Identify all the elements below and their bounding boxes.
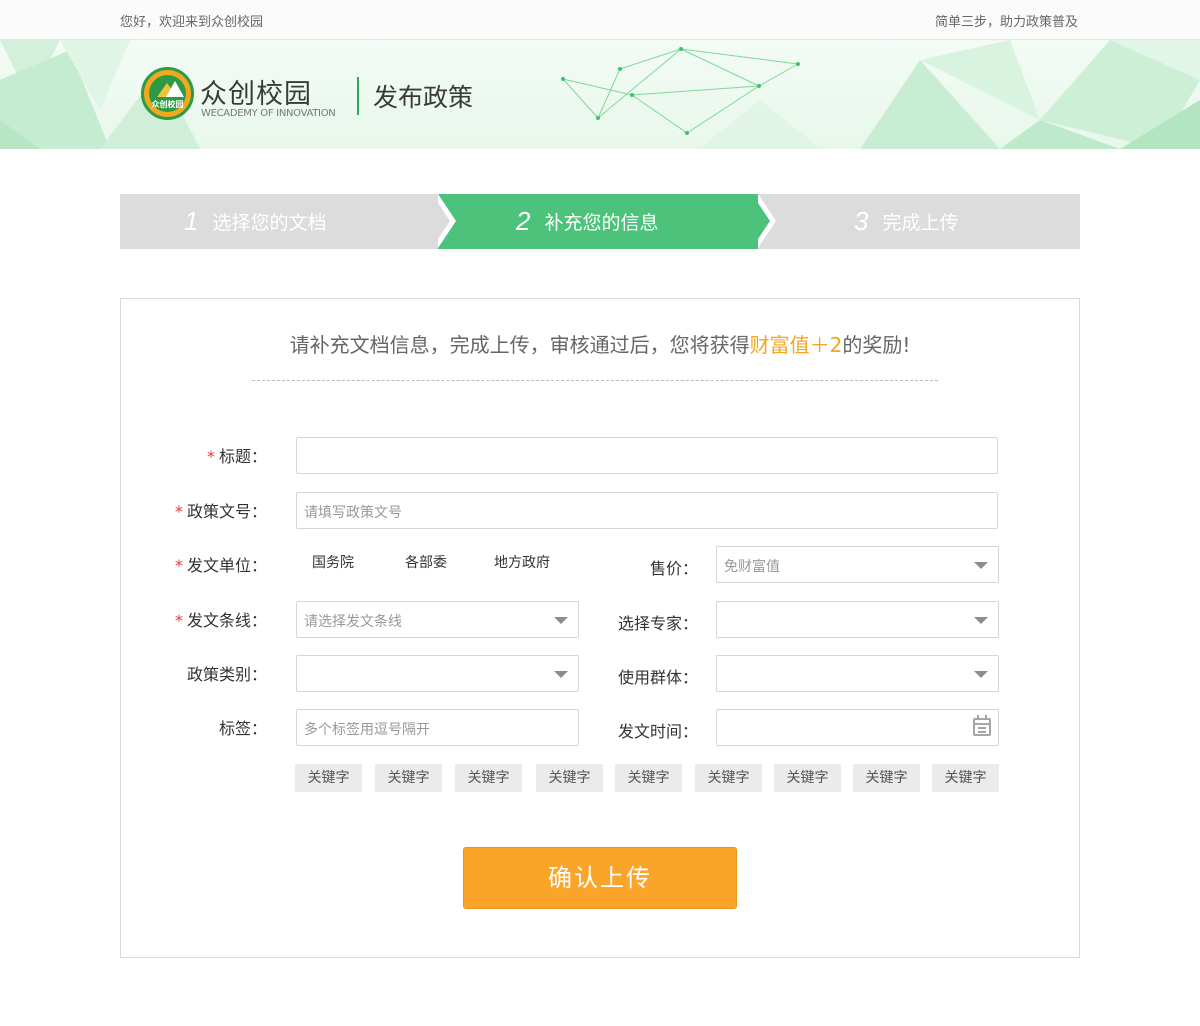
keyword-chip[interactable]: 关键字 — [615, 764, 682, 792]
issuer-option-local-gov[interactable]: 地方政府 — [494, 552, 550, 572]
issue-line-placeholder: 请选择发文条线 — [304, 614, 402, 630]
title-input[interactable] — [296, 437, 998, 474]
keyword-chip[interactable]: 关键字 — [536, 764, 603, 792]
logo-mountain-icon — [166, 81, 184, 97]
required-mark: * — [206, 447, 215, 466]
required-mark: * — [174, 502, 183, 521]
chevron-down-icon — [554, 671, 568, 678]
intro-divider — [252, 380, 938, 381]
header-banner: 众创校园 众创校园 WECADEMY OF INNOVATION 发布政策 — [0, 40, 1200, 149]
doc-number-label: * 政策文号： — [174, 502, 267, 521]
logo-subtitle: WECADEMY OF INNOVATION — [201, 108, 336, 119]
expert-select[interactable] — [716, 601, 999, 638]
chevron-down-icon — [554, 617, 568, 624]
step-number: 2 — [516, 206, 531, 236]
step-1: 1 选择您的文档 — [120, 194, 438, 249]
price-value: 免财富值 — [724, 559, 780, 575]
step-number: 3 — [854, 206, 869, 236]
issue-line-label: * 发文条线： — [174, 611, 267, 630]
date-label: 发文时间： — [617, 722, 698, 741]
top-bar: 您好，欢迎来到众创校园 简单三步，助力政策普及 — [0, 0, 1200, 40]
greeting-text: 您好，欢迎来到众创校园 — [120, 15, 264, 30]
issuer-option-ministries[interactable]: 各部委 — [405, 552, 447, 572]
step-progress: 1 选择您的文档 2 补充您的信息 3 完成上传 — [120, 194, 1080, 249]
issuer-option-state-council[interactable]: 国务院 — [312, 552, 354, 572]
price-select[interactable]: 免财富值 — [716, 546, 999, 583]
title-label: * 标题： — [206, 447, 267, 466]
doc-number-input[interactable]: 请填写政策文号 — [296, 492, 998, 529]
logo-badge-inner: 众创校园 — [149, 75, 186, 112]
issuer-label: * 发文单位： — [174, 556, 267, 575]
chevron-down-icon — [974, 562, 988, 569]
intro-text: 请补充文档信息，完成上传，审核通过后，您将获得 — [289, 333, 750, 357]
keyword-chip[interactable]: 关键字 — [932, 764, 999, 792]
logo-badge[interactable]: 众创校园 — [141, 67, 194, 120]
chevron-down-icon — [974, 671, 988, 678]
step-label: 选择您的文档 — [212, 212, 327, 234]
category-select[interactable] — [296, 655, 579, 692]
step-label: 完成上传 — [882, 212, 959, 234]
slogan-text: 简单三步，助力政策普及 — [934, 15, 1078, 30]
form-intro: 请补充文档信息，完成上传，审核通过后，您将获得财富值＋2的奖励! — [121, 329, 1079, 358]
step-number: 1 — [184, 206, 199, 236]
upload-form-panel: 请补充文档信息，完成上传，审核通过后，您将获得财富值＋2的奖励! * 标题： * 政… — [120, 298, 1080, 958]
price-label: 售价： — [649, 559, 698, 578]
step-label: 补充您的信息 — [544, 212, 659, 234]
audience-label: 使用群体： — [617, 668, 698, 687]
date-input[interactable] — [716, 709, 999, 746]
doc-number-placeholder: 请填写政策文号 — [304, 505, 402, 521]
page-title: 发布政策 — [373, 83, 474, 112]
keyword-chip[interactable]: 关键字 — [853, 764, 920, 792]
chevron-down-icon — [974, 617, 988, 624]
intro-text-end: 的奖励! — [842, 333, 911, 357]
expert-label: 选择专家： — [617, 614, 698, 633]
required-mark: * — [174, 611, 183, 630]
required-mark: * — [174, 556, 183, 575]
confirm-upload-button[interactable]: 确认上传 — [463, 847, 737, 909]
calendar-icon[interactable] — [973, 715, 991, 736]
logo-name[interactable]: 众创校园 — [200, 72, 312, 111]
step-chevron — [752, 194, 770, 248]
tags-label: 标签： — [218, 719, 267, 738]
tags-placeholder: 多个标签用逗号隔开 — [304, 722, 430, 738]
header-divider — [357, 77, 359, 115]
tags-input[interactable]: 多个标签用逗号隔开 — [296, 709, 579, 746]
step-3: 3 完成上传 — [758, 194, 1080, 249]
keyword-chip[interactable]: 关键字 — [375, 764, 442, 792]
issue-line-select[interactable]: 请选择发文条线 — [296, 601, 579, 638]
audience-select[interactable] — [716, 655, 999, 692]
category-label: 政策类别： — [186, 665, 267, 684]
keyword-chip[interactable]: 关键字 — [774, 764, 841, 792]
keyword-chip[interactable]: 关键字 — [695, 764, 762, 792]
step-chevron — [432, 194, 450, 248]
step-2: 2 补充您的信息 — [438, 194, 758, 249]
logo-badge-text: 众创校园 — [151, 100, 184, 109]
reward-highlight: 财富值＋2 — [749, 333, 843, 357]
keyword-chip[interactable]: 关键字 — [455, 764, 522, 792]
keyword-chip[interactable]: 关键字 — [295, 764, 362, 792]
